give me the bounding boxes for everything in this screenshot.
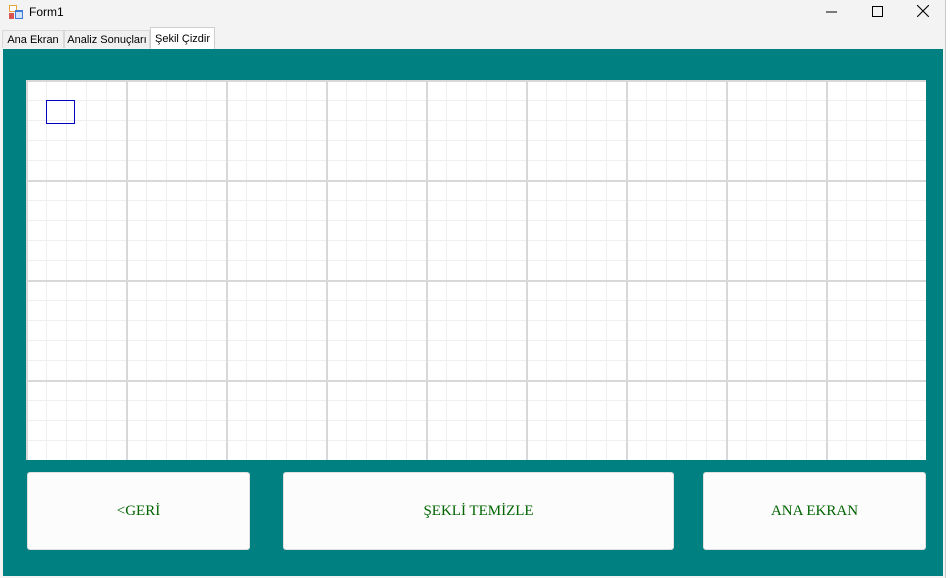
drawing-canvas[interactable] xyxy=(26,80,926,460)
window-title: Form1 xyxy=(29,5,64,19)
back-button-label: <GERİ xyxy=(116,502,161,519)
minimize-icon xyxy=(825,4,837,22)
tab-sekil-cizdir[interactable]: Şekil Çizdir xyxy=(150,27,215,49)
tab-ana-ekran[interactable]: Ana Ekran xyxy=(2,30,64,48)
close-button[interactable] xyxy=(900,0,946,26)
clear-shape-button[interactable]: ŞEKLİ TEMİZLE xyxy=(283,472,674,550)
form-app-icon xyxy=(9,5,23,19)
maximize-icon xyxy=(871,4,883,22)
clear-shape-button-label: ŞEKLİ TEMİZLE xyxy=(423,502,534,519)
drawn-rectangle xyxy=(46,100,75,124)
tab-strip: Ana Ekran Analiz Sonuçları Şekil Çizdir xyxy=(0,27,945,49)
minimize-button[interactable] xyxy=(808,0,854,26)
close-icon xyxy=(916,4,930,22)
title-bar[interactable]: Form1 xyxy=(0,0,945,27)
back-button[interactable]: <GERİ xyxy=(27,472,250,550)
main-window: Form1 Ana Ekran Analiz Sonuçları Şekil Ç… xyxy=(0,0,946,578)
background-window-edge xyxy=(946,0,951,578)
home-button[interactable]: ANA EKRAN xyxy=(703,472,926,550)
tab-label: Şekil Çizdir xyxy=(154,32,210,45)
maximize-button[interactable] xyxy=(854,0,900,26)
home-button-label: ANA EKRAN xyxy=(770,502,859,519)
tab-content-panel: <GERİ ŞEKLİ TEMİZLE ANA EKRAN xyxy=(3,49,943,576)
tab-analiz-sonuclari[interactable]: Analiz Sonuçları xyxy=(64,30,150,48)
tab-label: Ana Ekran xyxy=(7,33,59,46)
tab-label: Analiz Sonuçları xyxy=(67,33,147,46)
